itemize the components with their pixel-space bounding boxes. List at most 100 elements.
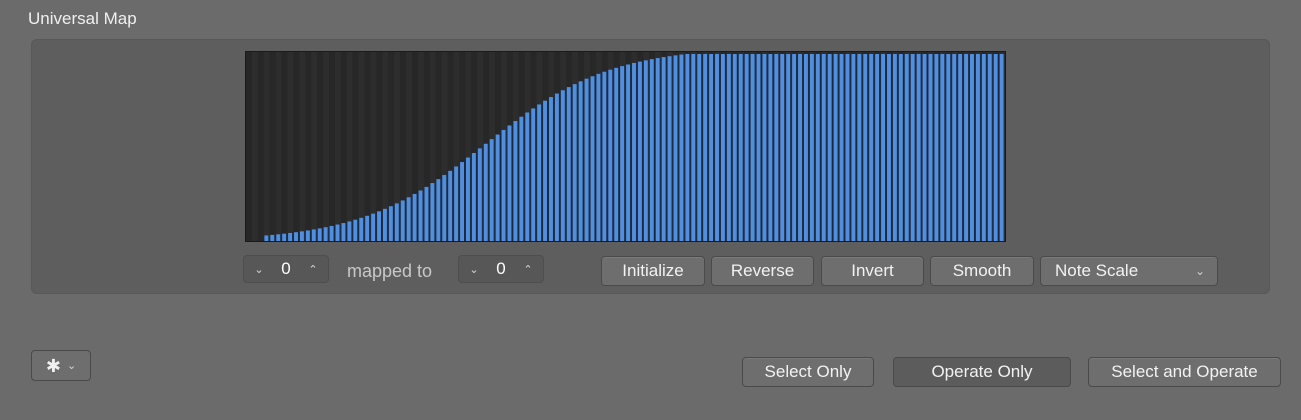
map-bar[interactable] (863, 54, 868, 241)
map-bar[interactable] (507, 125, 512, 241)
map-bar[interactable] (371, 213, 376, 241)
map-bar[interactable] (608, 69, 613, 241)
map-bar[interactable] (679, 54, 684, 241)
map-bar[interactable] (762, 54, 767, 241)
map-bar[interactable] (400, 200, 405, 241)
map-bar[interactable] (726, 54, 731, 241)
map-bar[interactable] (341, 223, 346, 241)
map-bar[interactable] (323, 227, 328, 241)
map-bar[interactable] (958, 54, 963, 241)
chevron-down-icon[interactable]: ⌄ (467, 263, 481, 276)
map-bar[interactable] (815, 54, 820, 241)
map-bar[interactable] (875, 54, 880, 241)
map-bar[interactable] (643, 60, 648, 241)
map-bar[interactable] (833, 54, 838, 241)
smooth-button[interactable]: Smooth (930, 256, 1034, 286)
map-bar[interactable] (626, 64, 631, 241)
map-bars[interactable] (246, 52, 1005, 241)
map-bar[interactable] (851, 54, 856, 241)
map-bar[interactable] (881, 54, 886, 241)
map-bar[interactable] (620, 66, 625, 241)
map-bar[interactable] (697, 54, 702, 241)
initialize-button[interactable]: Initialize (601, 256, 705, 286)
map-bar[interactable] (483, 143, 488, 241)
operate-only-button[interactable]: Operate Only (893, 357, 1071, 387)
chevron-up-icon[interactable]: ⌃ (521, 263, 535, 276)
universal-map-graph[interactable] (245, 51, 1006, 242)
map-bar[interactable] (424, 186, 429, 241)
map-bar[interactable] (282, 233, 287, 241)
map-bar[interactable] (501, 129, 506, 241)
map-bar[interactable] (495, 134, 500, 241)
map-bar[interactable] (519, 116, 524, 241)
map-bar[interactable] (294, 232, 298, 241)
note-scale-select[interactable]: Note Scale ⌄ (1040, 256, 1218, 286)
map-bar[interactable] (311, 229, 316, 241)
map-bar[interactable] (359, 217, 364, 241)
map-bar[interactable] (975, 54, 980, 241)
map-bar[interactable] (465, 157, 470, 241)
map-bar[interactable] (525, 112, 530, 241)
map-bar[interactable] (928, 54, 933, 241)
map-bar[interactable] (673, 55, 678, 241)
map-bar[interactable] (774, 54, 779, 241)
map-bar[interactable] (970, 54, 974, 241)
map-bar[interactable] (288, 232, 293, 241)
map-bar[interactable] (454, 166, 459, 241)
map-bar[interactable] (987, 54, 992, 241)
input-value[interactable]: 0 (281, 259, 290, 279)
map-bar[interactable] (394, 203, 399, 241)
map-bar[interactable] (489, 139, 494, 241)
map-bar[interactable] (845, 54, 850, 241)
map-bar[interactable] (952, 54, 957, 241)
map-bar[interactable] (353, 219, 358, 241)
map-bar[interactable] (803, 54, 808, 241)
map-bar[interactable] (477, 148, 482, 241)
map-bar[interactable] (655, 58, 660, 241)
map-bar[interactable] (940, 54, 945, 241)
map-bar[interactable] (270, 234, 275, 241)
map-bar[interactable] (798, 54, 802, 241)
map-bar[interactable] (809, 54, 814, 241)
input-value-stepper[interactable]: ⌄ 0 ⌃ (243, 255, 329, 283)
map-bar[interactable] (768, 54, 773, 241)
map-bar[interactable] (471, 152, 476, 241)
map-bar[interactable] (264, 235, 269, 241)
map-bar[interactable] (869, 54, 874, 241)
map-bar[interactable] (365, 215, 370, 241)
map-bar[interactable] (792, 54, 797, 241)
map-bar[interactable] (572, 84, 577, 241)
map-bar[interactable] (993, 54, 998, 241)
map-bar[interactable] (709, 54, 714, 241)
map-bar[interactable] (549, 97, 553, 241)
map-bar[interactable] (744, 54, 749, 241)
map-bar[interactable] (335, 224, 340, 241)
map-bar[interactable] (839, 54, 844, 241)
map-bar[interactable] (821, 54, 826, 241)
map-bar[interactable] (578, 81, 583, 241)
map-bar[interactable] (560, 90, 565, 241)
reverse-button[interactable]: Reverse (711, 256, 814, 286)
map-bar[interactable] (596, 73, 601, 241)
map-bar[interactable] (531, 108, 536, 241)
output-value-stepper[interactable]: ⌄ 0 ⌃ (458, 255, 544, 283)
map-bar[interactable] (827, 54, 832, 241)
map-bar[interactable] (999, 54, 1004, 241)
map-bar[interactable] (720, 54, 725, 241)
map-bar[interactable] (448, 170, 453, 241)
map-bar[interactable] (388, 206, 393, 241)
map-bar[interactable] (964, 54, 969, 241)
select-only-button[interactable]: Select Only (742, 357, 874, 387)
map-bar[interactable] (614, 67, 619, 241)
map-bar[interactable] (430, 183, 435, 241)
map-bar[interactable] (916, 54, 921, 241)
map-bar[interactable] (637, 61, 642, 241)
map-bar[interactable] (442, 175, 447, 241)
map-bar[interactable] (715, 54, 719, 241)
chevron-down-icon[interactable]: ⌄ (252, 263, 266, 276)
map-bar[interactable] (981, 54, 986, 241)
map-bar[interactable] (436, 179, 441, 241)
map-bar[interactable] (305, 230, 310, 241)
map-bar[interactable] (566, 87, 571, 241)
select-and-operate-button[interactable]: Select and Operate (1088, 357, 1281, 387)
